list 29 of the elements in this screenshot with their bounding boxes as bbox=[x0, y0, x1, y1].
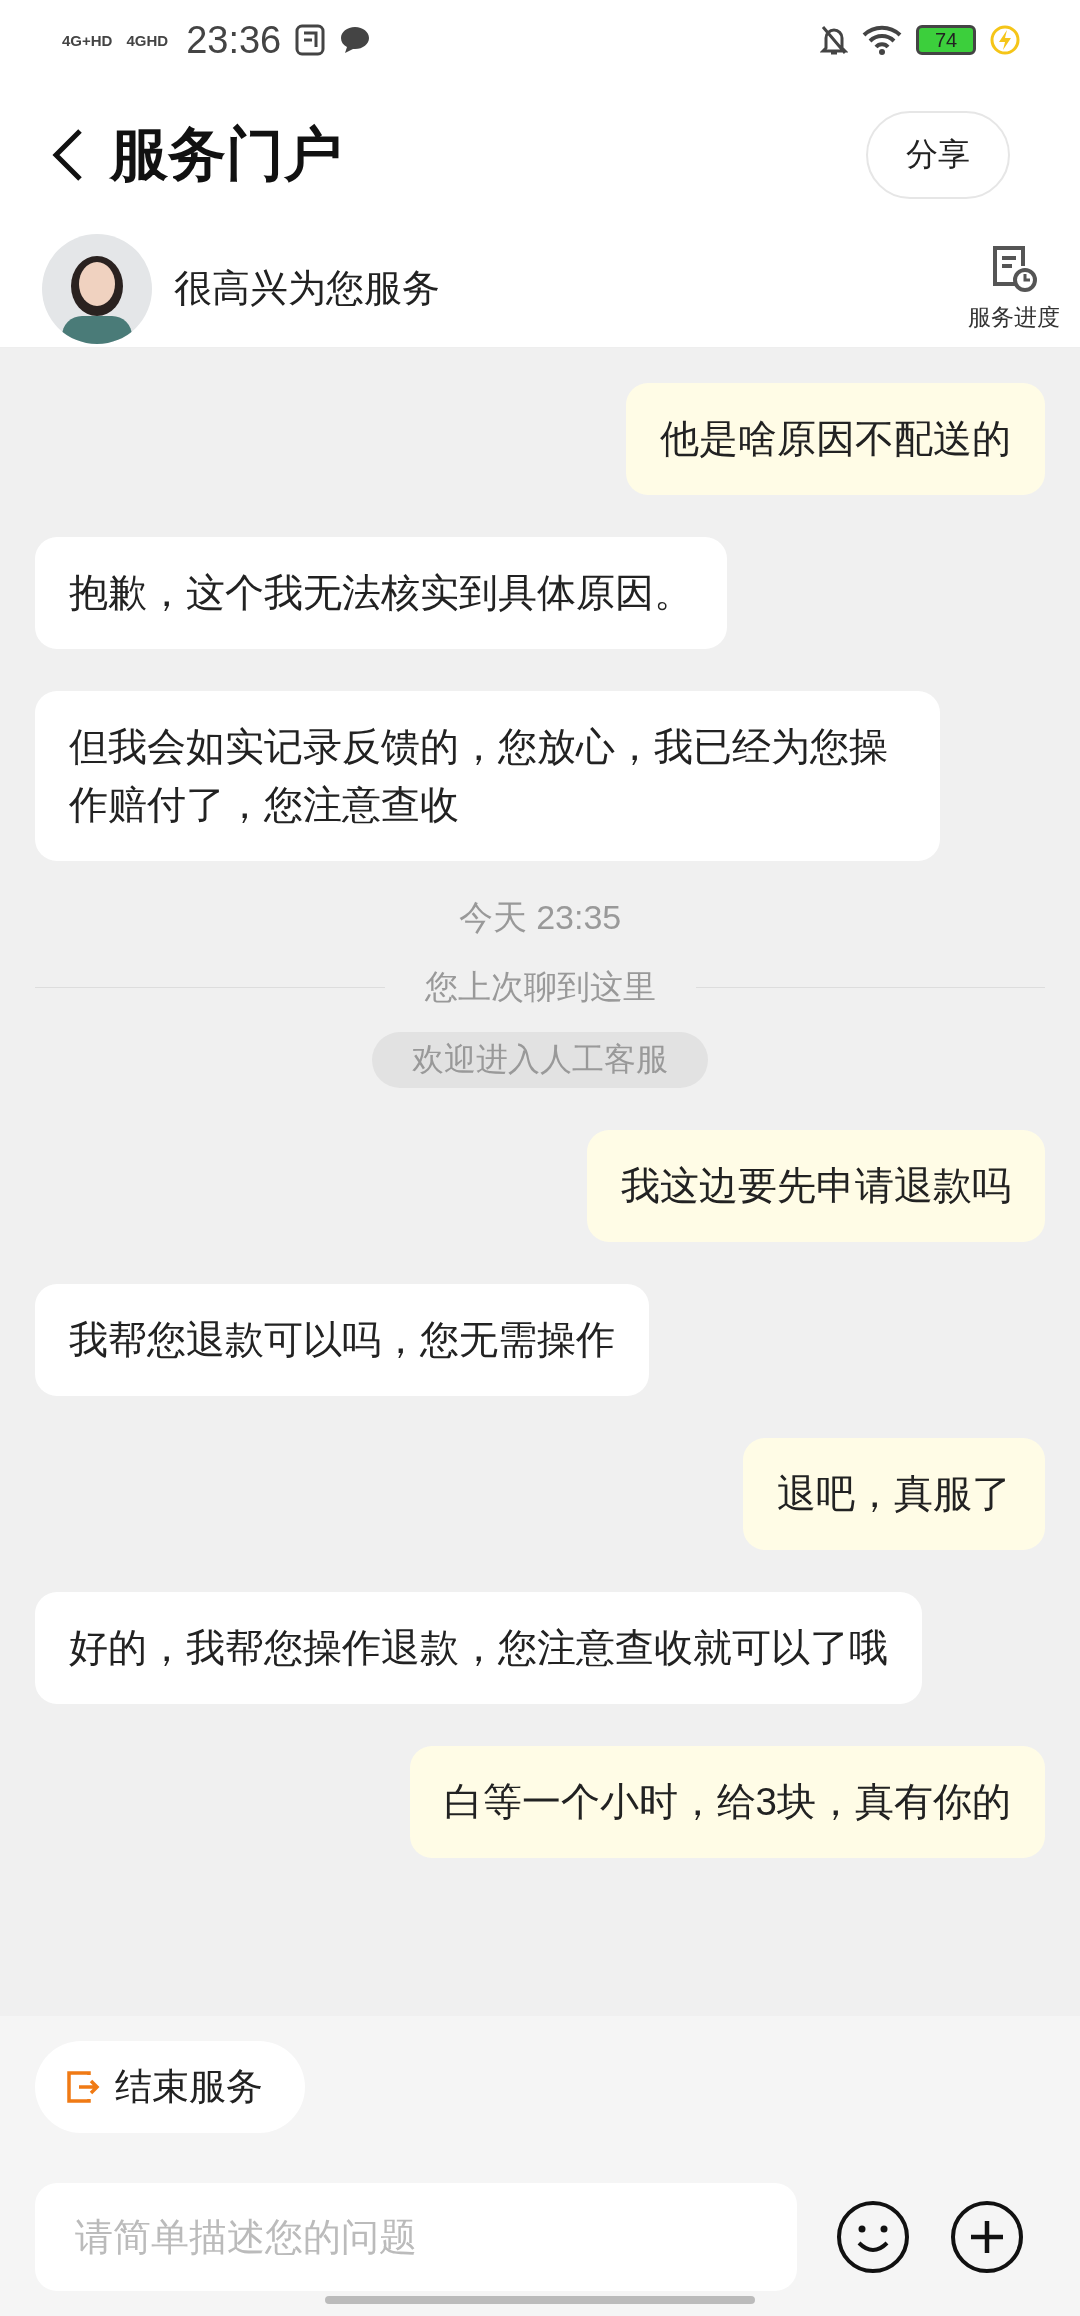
agent-greeting: 很高兴为您服务 bbox=[174, 266, 441, 311]
exit-icon bbox=[65, 2069, 101, 2105]
timestamp: 今天 23:35 bbox=[458, 897, 622, 938]
message-bubble: 退吧，真服了 bbox=[743, 1438, 1045, 1550]
system-notice: 欢迎进入人工客服 bbox=[372, 1032, 708, 1088]
message-bubble: 我这边要先申请退款吗 bbox=[587, 1130, 1045, 1242]
sim-icon bbox=[295, 24, 326, 56]
message-bubble: 但我会如实记录反馈的，您放心，我已经为您操作赔付了，您注意查收 bbox=[35, 691, 940, 861]
history-divider-text: 您上次聊到这里 bbox=[424, 967, 656, 1007]
message-bubble: 我帮您退款可以吗，您无需操作 bbox=[35, 1284, 649, 1396]
status-time: 23:36 bbox=[186, 18, 282, 62]
message-bubble: 好的，我帮您操作退款，您注意查收就可以了哦 bbox=[35, 1592, 922, 1704]
share-button[interactable]: 分享 bbox=[866, 111, 1010, 199]
message-bubble: 白等一个小时，给3块，真有你的 bbox=[409, 1746, 1045, 1858]
bell-off-icon bbox=[820, 24, 848, 56]
charging-icon bbox=[990, 25, 1020, 55]
network-indicator: 4G+HD bbox=[62, 32, 113, 48]
add-icon[interactable] bbox=[949, 2199, 1025, 2275]
network-indicator: 4GHD bbox=[126, 32, 169, 48]
message-bubble: 抱歉，这个我无法核实到具体原因。 bbox=[35, 537, 727, 649]
wifi-icon bbox=[862, 25, 902, 55]
service-progress-label[interactable]: 服务进度 bbox=[968, 302, 1060, 333]
page-title: 服务门户 bbox=[110, 120, 343, 188]
emoji-icon[interactable] bbox=[835, 2199, 911, 2275]
message-bubble: 他是啥原因不配送的 bbox=[626, 383, 1045, 495]
end-service-button[interactable]: 结束服务 bbox=[35, 2041, 305, 2133]
battery-level: 74 bbox=[916, 25, 976, 55]
message-input[interactable]: 请简单描述您的问题 bbox=[35, 2183, 797, 2291]
chat-icon bbox=[339, 25, 372, 55]
